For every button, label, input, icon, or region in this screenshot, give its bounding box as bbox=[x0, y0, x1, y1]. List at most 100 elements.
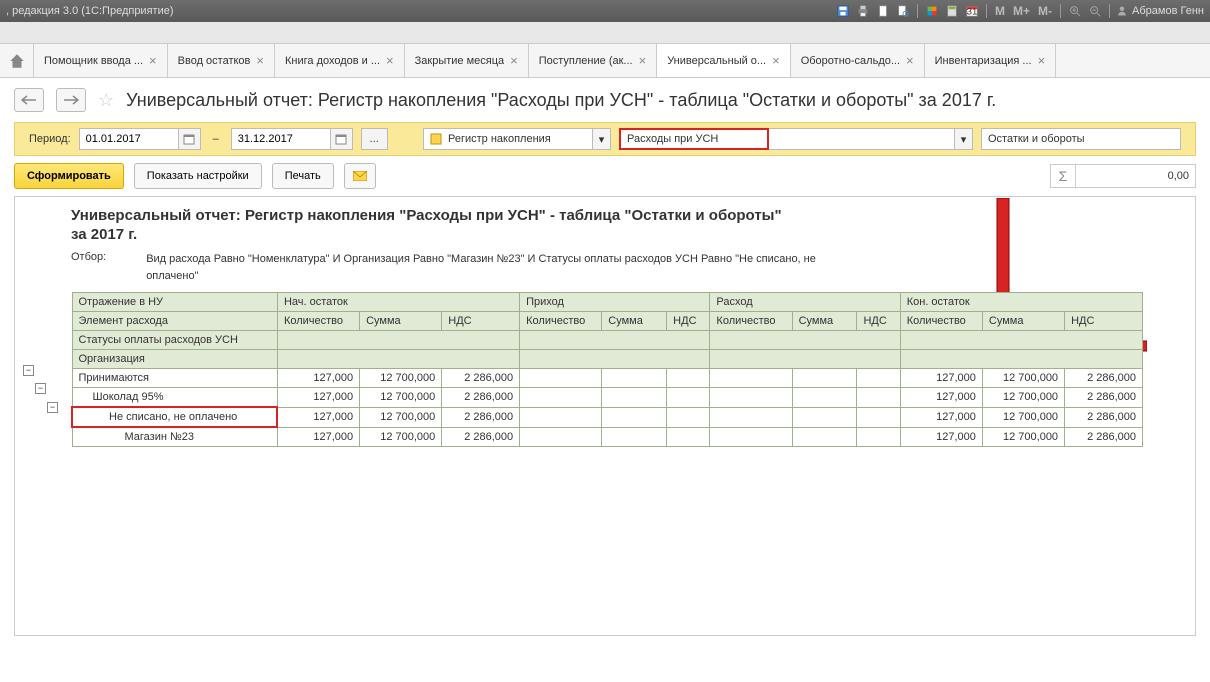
period-dash: – bbox=[213, 133, 219, 145]
th-sum4: Сумма bbox=[982, 312, 1064, 331]
tab-close-icon[interactable]: × bbox=[149, 53, 157, 68]
separator bbox=[1060, 4, 1061, 18]
tab-label: Ввод остатков bbox=[178, 55, 251, 67]
email-button[interactable] bbox=[344, 163, 376, 189]
cell bbox=[792, 369, 857, 388]
filter-label: Отбор: bbox=[71, 251, 106, 284]
tab-close-icon[interactable]: × bbox=[906, 53, 914, 68]
row-label: Шоколад 95% bbox=[72, 388, 277, 408]
tab[interactable]: Закрытие месяца× bbox=[405, 44, 529, 77]
save-icon[interactable] bbox=[835, 3, 851, 19]
table-row[interactable]: Шоколад 95%127,00012 700,0002 286,000127… bbox=[72, 388, 1143, 408]
cell: 2 286,000 bbox=[1065, 427, 1143, 447]
period-from-input[interactable] bbox=[79, 128, 179, 150]
tab-label: Поступление (ак... bbox=[539, 55, 633, 67]
print-icon[interactable] bbox=[855, 3, 871, 19]
table-row[interactable]: Магазин №23127,00012 700,0002 286,000127… bbox=[72, 427, 1143, 447]
tab[interactable]: Ввод остатков × bbox=[168, 44, 275, 77]
th-qty2: Количество bbox=[520, 312, 602, 331]
user-info[interactable]: Абрамов Генн bbox=[1116, 5, 1204, 17]
report-subtitle: за 2017 г. bbox=[71, 226, 1185, 243]
tab-close-icon[interactable]: × bbox=[386, 53, 394, 68]
th-sum3: Сумма bbox=[792, 312, 857, 331]
tab[interactable]: Инвентаризация ... × bbox=[925, 44, 1057, 77]
tab-close-icon[interactable]: × bbox=[510, 53, 518, 68]
cell bbox=[602, 388, 667, 408]
tabbar: Помощник ввода ...×Ввод остатков×Книга д… bbox=[0, 44, 1210, 78]
row-label: Магазин №23 bbox=[72, 427, 277, 447]
cell: 2 286,000 bbox=[442, 388, 520, 408]
register-name-extra[interactable] bbox=[769, 128, 955, 150]
tab-label: Инвентаризация ... bbox=[935, 55, 1032, 67]
cell: 12 700,000 bbox=[360, 427, 442, 447]
show-settings-button[interactable]: Показать настройки bbox=[134, 163, 262, 189]
th-qty: Количество bbox=[277, 312, 359, 331]
cell bbox=[667, 388, 710, 408]
cell bbox=[520, 427, 602, 447]
sigma-icon[interactable]: Σ bbox=[1050, 164, 1076, 188]
generate-button[interactable]: Сформировать bbox=[14, 163, 124, 189]
header-row: ☆ Универсальный отчет: Регистр накоплени… bbox=[0, 78, 1210, 122]
m-plus-button[interactable]: M+ bbox=[1011, 4, 1032, 18]
register-type-input[interactable]: Регистр накопления bbox=[423, 128, 593, 150]
cell bbox=[857, 388, 900, 408]
tab[interactable]: Книга доходов и ...× bbox=[275, 44, 405, 77]
register-type-combo: Регистр накопления ▾ bbox=[423, 128, 611, 150]
back-button[interactable] bbox=[14, 88, 44, 112]
cell: 127,000 bbox=[900, 369, 982, 388]
calendar-icon[interactable]: 31 bbox=[964, 3, 980, 19]
tab[interactable]: Помощник ввода ...× bbox=[34, 44, 168, 77]
period-to-input[interactable] bbox=[231, 128, 331, 150]
tree-toggle[interactable]: − bbox=[23, 365, 34, 376]
table-type-input[interactable]: Остатки и обороты bbox=[981, 128, 1181, 150]
doc-icon[interactable] bbox=[875, 3, 891, 19]
table-row[interactable]: Не списано, не оплачено127,00012 700,000… bbox=[72, 407, 1143, 427]
action-bar: Сформировать Показать настройки Печать Σ… bbox=[0, 156, 1210, 196]
tab-close-icon[interactable]: × bbox=[772, 53, 780, 68]
th-sum2: Сумма bbox=[602, 312, 667, 331]
search-doc-icon[interactable] bbox=[895, 3, 911, 19]
tab-close-icon[interactable]: × bbox=[1038, 53, 1046, 68]
cell: 12 700,000 bbox=[982, 388, 1064, 408]
register-name-input[interactable]: Расходы при УСН bbox=[619, 128, 769, 150]
zoom-in-icon[interactable] bbox=[1067, 3, 1083, 19]
tree-toggle[interactable]: − bbox=[47, 402, 58, 413]
register-type-dropdown-button[interactable]: ▾ bbox=[593, 128, 611, 150]
m-minus-button[interactable]: M- bbox=[1036, 4, 1054, 18]
tree-toggle[interactable]: − bbox=[35, 383, 46, 394]
tab[interactable]: Оборотно-сальдо...× bbox=[791, 44, 925, 77]
period-to-calendar-button[interactable] bbox=[331, 128, 353, 150]
tab-close-icon[interactable]: × bbox=[256, 53, 264, 68]
tab-close-icon[interactable]: × bbox=[639, 53, 647, 68]
cell: 12 700,000 bbox=[982, 427, 1064, 447]
print-button[interactable]: Печать bbox=[272, 163, 334, 189]
th-end: Кон. остаток bbox=[900, 293, 1142, 312]
th-qty4: Количество bbox=[900, 312, 982, 331]
table-type-combo: Остатки и обороты bbox=[981, 128, 1181, 150]
forward-button[interactable] bbox=[56, 88, 86, 112]
home-tab[interactable] bbox=[0, 44, 34, 77]
cell bbox=[520, 388, 602, 408]
user-name: Абрамов Генн bbox=[1132, 5, 1204, 17]
cell: 12 700,000 bbox=[982, 407, 1064, 427]
separator bbox=[917, 4, 918, 18]
titlebar-icons: 31 M M+ M- Абрамов Генн bbox=[835, 3, 1204, 19]
register-name-dropdown-button[interactable]: ▾ bbox=[955, 128, 973, 150]
filter-text: Вид расхода Равно "Номенклатура" И Орган… bbox=[146, 251, 871, 284]
zoom-out-icon[interactable] bbox=[1087, 3, 1103, 19]
table-row[interactable]: Принимаются127,00012 700,0002 286,000127… bbox=[72, 369, 1143, 388]
cell bbox=[602, 427, 667, 447]
m-button[interactable]: M bbox=[993, 4, 1007, 18]
cube-icon[interactable] bbox=[924, 3, 940, 19]
register-type-value: Регистр накопления bbox=[448, 133, 551, 145]
tab[interactable]: Универсальный о...× bbox=[657, 44, 791, 77]
calc-icon[interactable] bbox=[944, 3, 960, 19]
cell: 127,000 bbox=[277, 427, 359, 447]
favorite-star-icon[interactable]: ☆ bbox=[98, 90, 114, 111]
register-name-value: Расходы при УСН bbox=[627, 133, 718, 145]
th-vat: НДС bbox=[442, 312, 520, 331]
cell bbox=[667, 427, 710, 447]
period-from-calendar-button[interactable] bbox=[179, 128, 201, 150]
tab[interactable]: Поступление (ак... × bbox=[529, 44, 657, 77]
period-select-button[interactable]: ... bbox=[361, 128, 388, 150]
